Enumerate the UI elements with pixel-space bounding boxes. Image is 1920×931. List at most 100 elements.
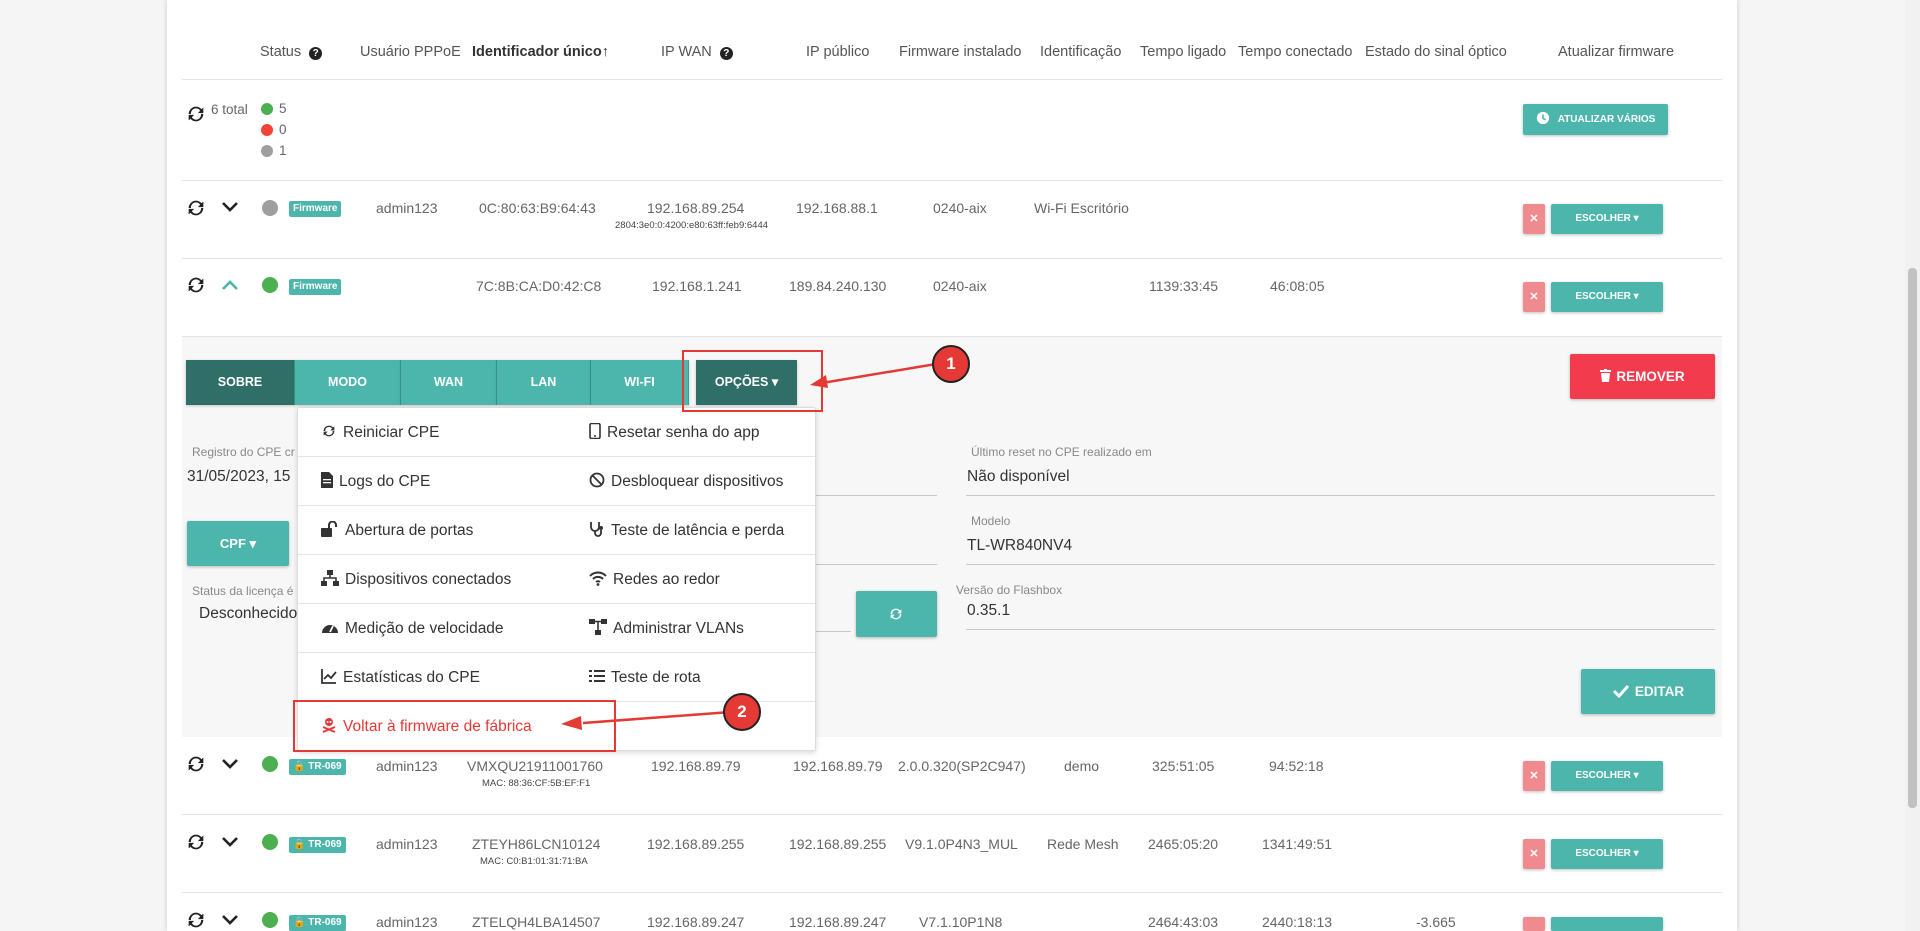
remove-button[interactable]: REMOVER [1570, 354, 1715, 399]
menu-item-logs[interactable]: Logs do CPE [321, 472, 430, 491]
cell-uptime: 2465:05:20 [1148, 836, 1219, 852]
cell-conntime: 2440:18:13 [1262, 914, 1333, 930]
cell-conntime: 46:08:05 [1270, 278, 1325, 294]
reset-label: Último reset no CPE realizado em [971, 445, 1152, 459]
cell-ip-pub: 189.84.240.130 [789, 278, 887, 294]
menu-item-dispositivos[interactable]: Dispositivos conectados [321, 570, 511, 589]
header-ip-publico[interactable]: IP público [806, 44, 869, 60]
choose-firmware-button[interactable]: ESCOLHER ▾ [1551, 282, 1663, 312]
choose-firmware-button[interactable]: ESCOLHER ▾ [1551, 839, 1663, 869]
cell-ip-pub: 192.168.88.1 [796, 200, 878, 216]
field-underline [966, 564, 1715, 565]
help-icon[interactable]: ? [719, 47, 733, 60]
ban-icon [589, 472, 605, 488]
trash-icon [1600, 369, 1612, 382]
choose-firmware-button[interactable]: ESCOLHER ▾ [1551, 204, 1663, 234]
cell-uptime: 2464:43:03 [1148, 914, 1219, 930]
tab-wan[interactable]: WAN [401, 360, 497, 405]
menu-row: Dispositivos conectados Redes ao redor [298, 555, 815, 604]
cell-id: ZTELQH4LBA14507 [472, 914, 601, 930]
cell-mac: MAC: 88:36:CF:5B:EF:F1 [482, 778, 591, 789]
chevron-up-icon[interactable] [221, 278, 239, 292]
header-usuario[interactable]: Usuário PPPoE [360, 44, 461, 60]
header-ip-wan[interactable]: IP WAN ? [661, 44, 733, 60]
divider [182, 814, 1722, 815]
refresh-icon[interactable] [185, 197, 207, 219]
status-dot-green [261, 103, 273, 115]
cell-ip-wan: 192.168.89.247 [647, 914, 745, 930]
header-tempo-conectado[interactable]: Tempo conectado [1238, 44, 1352, 60]
scrollbar-thumb[interactable] [1908, 268, 1917, 808]
cell-ident: demo [1064, 758, 1100, 774]
header-status[interactable]: Status ? [260, 44, 323, 60]
cell-mac: MAC: C0:B1:01:31:71:BA [480, 856, 588, 867]
cell-firmware: V7.1.10P1N8 [919, 914, 1003, 930]
refresh-icon[interactable] [185, 831, 207, 853]
tab-lan[interactable]: LAN [497, 360, 591, 405]
help-icon[interactable]: ? [309, 47, 323, 60]
field-underline [816, 495, 937, 496]
header-sinal-optico[interactable]: Estado do sinal óptico [1365, 44, 1507, 60]
tr069-badge: 🔒 TR-069 [289, 837, 346, 853]
menu-row: Abertura de portas Teste de latência e p… [298, 506, 815, 555]
delete-button[interactable]: ✕ [1523, 839, 1545, 869]
choose-firmware-button[interactable] [1551, 917, 1663, 931]
field-underline [966, 495, 1715, 496]
cell-id: ZTEYH86LCN10124 [472, 836, 601, 852]
chevron-down-icon[interactable] [221, 200, 239, 214]
tab-sobre[interactable]: SOBRE [186, 360, 295, 405]
cell-conntime: 94:52:18 [1269, 758, 1324, 774]
menu-item-resetar-senha[interactable]: Resetar senha do app [589, 422, 760, 442]
modelo-label: Modelo [971, 514, 1011, 528]
delete-button[interactable]: ✕ [1523, 204, 1545, 234]
edit-button[interactable]: EDITAR [1581, 669, 1715, 714]
chevron-down-icon[interactable] [221, 913, 239, 927]
header-identificacao[interactable]: Identificação [1040, 44, 1121, 60]
menu-item-latencia[interactable]: Teste de latência e perda [589, 521, 784, 540]
delete-button[interactable] [1523, 917, 1545, 931]
menu-item-rota[interactable]: Teste de rota [589, 668, 701, 687]
header-tempo-ligado[interactable]: Tempo ligado [1140, 44, 1226, 60]
status-dot [262, 200, 278, 216]
header-firmware[interactable]: Firmware instalado [899, 44, 1022, 60]
refresh-icon[interactable] [185, 753, 207, 775]
chevron-down-icon[interactable] [221, 835, 239, 849]
network-icon [321, 570, 339, 586]
tab-wifi[interactable]: WI-FI [591, 360, 689, 405]
delete-button[interactable]: ✕ [1523, 761, 1545, 791]
cpf-button[interactable]: CPF ▾ [187, 521, 289, 566]
menu-item-vlans[interactable]: Administrar VLANs [589, 619, 744, 638]
menu-item-desbloquear[interactable]: Desbloquear dispositivos [589, 472, 783, 491]
divider [182, 79, 1722, 80]
sitemap-icon [589, 619, 607, 635]
cell-ip-pub: 192.168.89.247 [789, 914, 887, 930]
field-underline [816, 564, 937, 565]
reset-value: Não disponível [967, 468, 1070, 485]
chart-line-icon [321, 669, 337, 684]
menu-row: Medição de velocidade Administrar VLANs [298, 604, 815, 653]
status-dot [262, 756, 278, 772]
status-dot-gray [261, 145, 273, 157]
modelo-value: TL-WR840NV4 [967, 537, 1073, 554]
stethoscope-icon [590, 522, 603, 537]
menu-item-portas[interactable]: Abertura de portas [321, 520, 473, 540]
delete-button[interactable]: ✕ [1523, 282, 1545, 312]
menu-item-reiniciar[interactable]: Reiniciar CPE [321, 423, 439, 442]
refresh-license-button[interactable] [856, 591, 937, 637]
menu-item-estatisticas[interactable]: Estatísticas do CPE [321, 668, 480, 687]
chevron-down-icon[interactable] [221, 757, 239, 771]
speedometer-icon [322, 625, 338, 633]
tr069-badge: 🔒 TR-069 [289, 915, 346, 931]
cell-id: 7C:8B:CA:D0:42:C8 [476, 278, 602, 294]
menu-item-redes[interactable]: Redes ao redor [589, 570, 720, 589]
update-many-button[interactable]: ATUALIZAR VÁRIOS [1523, 104, 1668, 135]
tab-modo[interactable]: MODO [295, 360, 401, 405]
header-identificador[interactable]: Identificador único↑ [472, 44, 609, 60]
refresh-icon[interactable] [185, 103, 207, 125]
cell-ip-wan: 192.168.89.79 [651, 758, 741, 774]
menu-item-velocidade[interactable]: Medição de velocidade [321, 619, 504, 638]
refresh-icon[interactable] [185, 274, 207, 296]
refresh-icon[interactable] [185, 909, 207, 931]
choose-firmware-button[interactable]: ESCOLHER ▾ [1551, 761, 1663, 791]
cell-ident: Rede Mesh [1047, 836, 1119, 852]
